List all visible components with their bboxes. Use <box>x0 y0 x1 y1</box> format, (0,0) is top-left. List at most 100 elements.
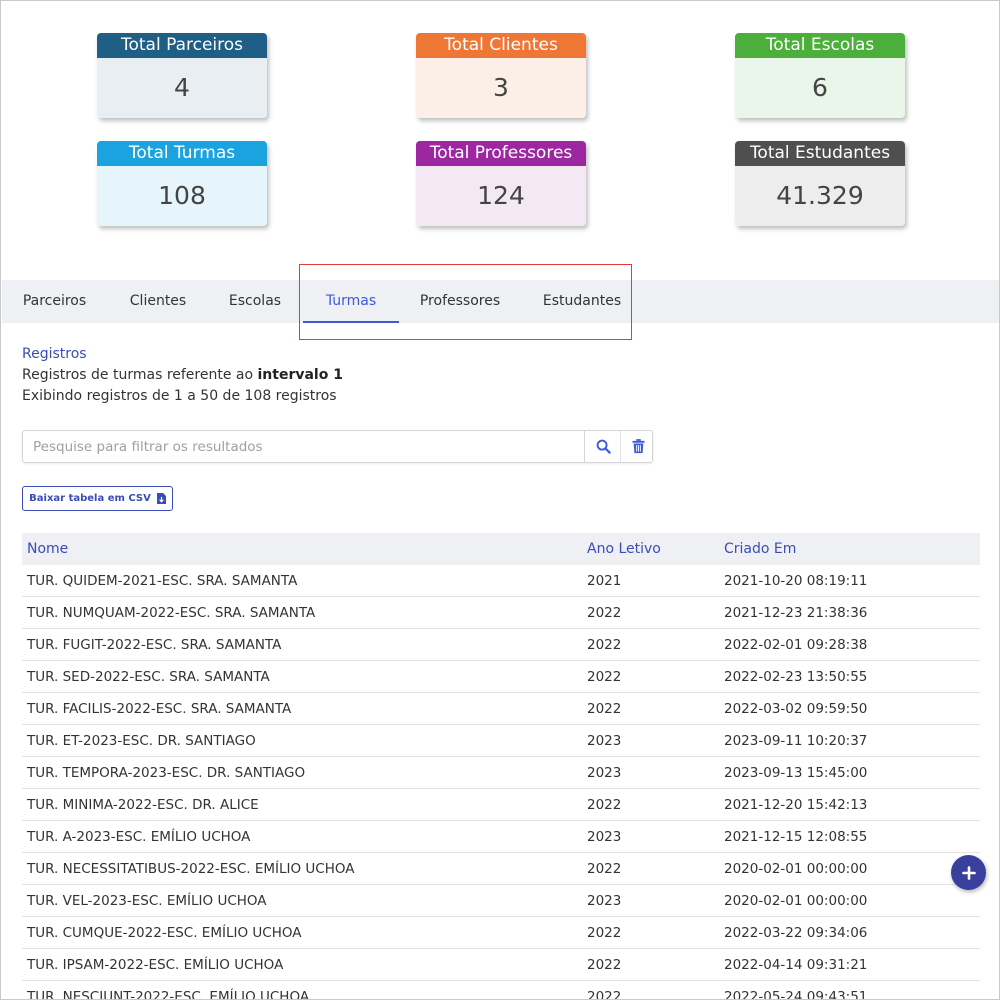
cell-ano-letivo: 2022 <box>582 788 719 821</box>
registros-link[interactable]: Registros <box>22 346 87 362</box>
cell-criado-em: 2020-02-01 00:00:00 <box>719 852 980 885</box>
cell-ano-letivo: 2023 <box>582 884 719 917</box>
table-header-row: Nome Ano Letivo Criado Em <box>22 533 980 565</box>
cell-criado-em: 2022-02-01 09:28:38 <box>719 628 980 661</box>
table-row[interactable]: TUR. NECESSITATIBUS-2022-ESC. EMÍLIO UCH… <box>22 852 980 885</box>
table-row[interactable]: TUR. SED-2022-ESC. SRA. SAMANTA 2022 2022-… <box>22 660 980 693</box>
cell-nome: TUR. FACILIS-2022-ESC. SRA. SAMANTA <box>22 692 582 725</box>
cell-criado-em: 2020-02-01 00:00:00 <box>719 884 980 917</box>
cell-criado-em: 2022-02-23 13:50:55 <box>719 660 980 693</box>
cell-ano-letivo: 2022 <box>582 852 719 885</box>
tab-parceiros[interactable]: Parceiros <box>12 280 97 323</box>
cell-nome: TUR. VEL-2023-ESC. EMÍLIO UCHOA <box>22 884 582 917</box>
search-icon <box>596 439 611 454</box>
stat-card-title: Total Escolas <box>735 33 905 58</box>
cell-ano-letivo: 2022 <box>582 660 719 693</box>
stat-card-title: Total Turmas <box>97 141 267 166</box>
column-header-criado-em[interactable]: Criado Em <box>719 533 980 565</box>
stat-card-value: 108 <box>97 166 267 226</box>
table-row[interactable]: TUR. ET-2023-ESC. DR. SANTIAGO 2023 2023-0… <box>22 724 980 757</box>
table-row[interactable]: TUR. QUIDEM-2021-ESC. SRA. SAMANTA 2021 20… <box>22 565 980 597</box>
turmas-table: Nome Ano Letivo Criado Em TUR. QUIDEM-20… <box>22 533 980 999</box>
cell-criado-em: 2023-09-11 10:20:37 <box>719 724 980 757</box>
table-row[interactable]: TUR. NUMQUAM-2022-ESC. SRA. SAMANTA 2022 2… <box>22 596 980 629</box>
stat-card-estudantes: Total Estudantes 41.329 <box>735 141 905 226</box>
stat-card-professores: Total Professores 124 <box>416 141 586 226</box>
cell-criado-em: 2022-05-24 09:43:51 <box>719 980 980 999</box>
registros-interval: intervalo 1 <box>257 367 343 383</box>
cell-nome: TUR. CUMQUE-2022-ESC. EMÍLIO UCHOA <box>22 916 582 949</box>
cell-nome: TUR. FUGIT-2022-ESC. SRA. SAMANTA <box>22 628 582 661</box>
table-row[interactable]: TUR. CUMQUE-2022-ESC. EMÍLIO UCHOA 2022 20… <box>22 916 980 949</box>
column-header-ano-letivo[interactable]: Ano Letivo <box>582 533 719 565</box>
registros-count: Exibindo registros de 1 a 50 de 108 regi… <box>22 388 337 404</box>
add-button[interactable] <box>951 855 986 890</box>
table-row[interactable]: TUR. A-2023-ESC. EMÍLIO UCHOA 2023 2021-12… <box>22 820 980 853</box>
registros-description-prefix: Registros de turmas referente ao <box>22 367 258 383</box>
table-row[interactable]: TUR. FACILIS-2022-ESC. SRA. SAMANTA 2022 2… <box>22 692 980 725</box>
cell-criado-em: 2021-12-15 12:08:55 <box>719 820 980 853</box>
tab-professores[interactable]: Professores <box>410 280 510 323</box>
cell-ano-letivo: 2022 <box>582 628 719 661</box>
cell-nome: TUR. NUMQUAM-2022-ESC. SRA. SAMANTA <box>22 596 582 629</box>
table-row[interactable]: TUR. MINIMA-2022-ESC. DR. ALICE 2022 2021-… <box>22 788 980 821</box>
column-header-nome[interactable]: Nome <box>22 533 582 565</box>
stat-card-clientes: Total Clientes 3 <box>416 33 586 118</box>
clear-search-button[interactable] <box>620 431 655 462</box>
stat-card-turmas: Total Turmas 108 <box>97 141 267 226</box>
cell-nome: TUR. TEMPORA-2023-ESC. DR. SANTIAGO <box>22 756 582 789</box>
cell-ano-letivo: 2023 <box>582 756 719 789</box>
cell-nome: TUR. NECESSITATIBUS-2022-ESC. EMÍLIO UCH… <box>22 852 582 885</box>
cell-criado-em: 2021-10-20 08:19:11 <box>719 565 980 597</box>
search-button[interactable] <box>586 431 620 462</box>
trash-icon <box>631 439 645 454</box>
table-row[interactable]: TUR. TEMPORA-2023-ESC. DR. SANTIAGO 2023 2… <box>22 756 980 789</box>
tab-clientes[interactable]: Clientes <box>118 280 198 323</box>
cell-ano-letivo: 2022 <box>582 980 719 999</box>
cell-ano-letivo: 2022 <box>582 692 719 725</box>
file-download-icon <box>156 493 166 504</box>
cell-nome: TUR. ET-2023-ESC. DR. SANTIAGO <box>22 724 582 757</box>
table-row[interactable]: TUR. VEL-2023-ESC. EMÍLIO UCHOA 2023 2020-… <box>22 884 980 917</box>
app-window: Total Parceiros 4 Total Clientes 3 Total… <box>0 0 1000 1000</box>
stat-card-value: 124 <box>416 166 586 226</box>
registros-description: Registros de turmas referente ao interva… <box>22 367 343 383</box>
cell-criado-em: 2022-04-14 09:31:21 <box>719 948 980 981</box>
search-bar <box>22 430 653 463</box>
download-csv-label: Baixar tabela em CSV <box>29 493 151 504</box>
stat-card-value: 3 <box>416 58 586 118</box>
cell-ano-letivo: 2022 <box>582 596 719 629</box>
tab-turmas[interactable]: Turmas <box>303 280 399 323</box>
cell-criado-em: 2022-03-22 09:34:06 <box>719 916 980 949</box>
stat-card-value: 6 <box>735 58 905 118</box>
stat-card-value: 41.329 <box>735 166 905 226</box>
cell-ano-letivo: 2023 <box>582 724 719 757</box>
cell-criado-em: 2022-03-02 09:59:50 <box>719 692 980 725</box>
cell-nome: TUR. IPSAM-2022-ESC. EMÍLIO UCHOA <box>22 948 582 981</box>
stat-card-title: Total Clientes <box>416 33 586 58</box>
cell-nome: TUR. QUIDEM-2021-ESC. SRA. SAMANTA <box>22 565 582 597</box>
table-row[interactable]: TUR. FUGIT-2022-ESC. SRA. SAMANTA 2022 202… <box>22 628 980 661</box>
download-csv-button[interactable]: Baixar tabela em CSV <box>22 486 173 511</box>
tab-estudantes[interactable]: Estudantes <box>534 280 630 323</box>
table-row[interactable]: TUR. IPSAM-2022-ESC. EMÍLIO UCHOA 2022 202… <box>22 948 980 981</box>
cell-nome: TUR. MINIMA-2022-ESC. DR. ALICE <box>22 788 582 821</box>
cell-nome: TUR. A-2023-ESC. EMÍLIO UCHOA <box>22 820 582 853</box>
table-row[interactable]: TUR. NESCIUNT-2022-ESC. EMÍLIO UCHOA 2022… <box>22 980 980 999</box>
cell-ano-letivo: 2022 <box>582 916 719 949</box>
stat-card-escolas: Total Escolas 6 <box>735 33 905 118</box>
cell-nome: TUR. NESCIUNT-2022-ESC. EMÍLIO UCHOA <box>22 980 582 999</box>
cell-criado-em: 2021-12-20 15:42:13 <box>719 788 980 821</box>
cell-ano-letivo: 2022 <box>582 948 719 981</box>
stat-card-parceiros: Total Parceiros 4 <box>97 33 267 118</box>
cell-nome: TUR. SED-2022-ESC. SRA. SAMANTA <box>22 660 582 693</box>
cell-criado-em: 2023-09-13 15:45:00 <box>719 756 980 789</box>
stat-card-title: Total Professores <box>416 141 586 166</box>
tab-escolas[interactable]: Escolas <box>216 280 294 323</box>
search-input[interactable] <box>23 431 585 462</box>
stat-card-title: Total Estudantes <box>735 141 905 166</box>
tab-bar: Parceiros Clientes Escolas Turmas Profes… <box>2 280 999 323</box>
plus-icon <box>961 865 976 880</box>
stat-card-title: Total Parceiros <box>97 33 267 58</box>
cell-criado-em: 2021-12-23 21:38:36 <box>719 596 980 629</box>
